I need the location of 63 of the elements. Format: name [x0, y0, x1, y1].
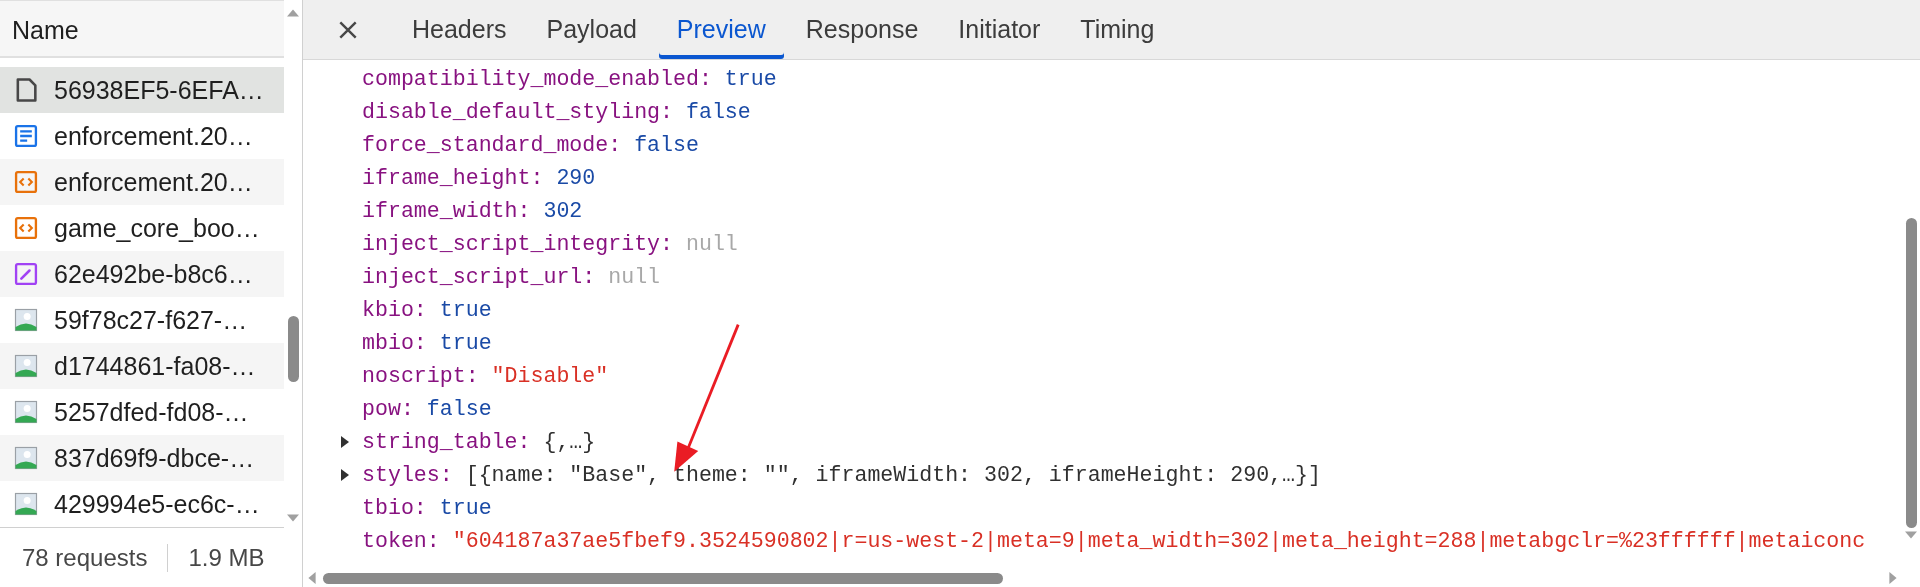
image-icon — [12, 490, 40, 518]
request-row[interactable]: enforcement.20… — [0, 159, 284, 205]
document-icon — [12, 122, 40, 150]
request-row[interactable]: game_core_boo… — [0, 205, 284, 251]
property-line: inject_script_integrity: null — [362, 231, 738, 256]
request-row[interactable]: 837d69f9-dbce-… — [0, 435, 284, 481]
scroll-thumb[interactable] — [323, 572, 1003, 584]
request-name: 429994e5-ec6c-… — [54, 489, 260, 519]
property-line: tbio: true — [362, 495, 492, 520]
request-name: enforcement.20… — [54, 121, 253, 151]
property-line: disable_default_styling: false — [362, 99, 751, 124]
image-icon — [12, 306, 40, 334]
request-name: 56938EF5-6EFA… — [54, 75, 264, 105]
property-line: noscript: "Disable" — [362, 363, 609, 388]
property-line: iframe_height: 290 — [362, 165, 596, 190]
image-icon — [12, 352, 40, 380]
tab[interactable]: Timing — [1062, 0, 1173, 59]
request-row[interactable]: 59f78c27-f627-… — [0, 297, 284, 343]
request-name: 62e492be-b8c6… — [54, 259, 253, 289]
expand-icon[interactable] — [340, 435, 350, 448]
property-line: compatibility_mode_enabled: true — [362, 66, 777, 91]
request-row[interactable]: 56938EF5-6EFA… — [0, 67, 284, 113]
property-line: inject_script_url: null — [362, 264, 661, 289]
scroll-down-icon[interactable] — [1905, 530, 1917, 540]
image-icon — [12, 444, 40, 472]
request-name: d1744861-fa08-… — [54, 351, 256, 381]
request-row[interactable]: 429994e5-ec6c-… — [0, 481, 284, 527]
request-name: game_core_boo… — [54, 213, 260, 243]
tab[interactable]: Payload — [528, 0, 655, 59]
scroll-right-icon[interactable] — [1888, 572, 1898, 584]
scroll-up-icon[interactable] — [287, 8, 299, 18]
request-count: 78 requests — [21, 543, 149, 572]
brush-icon — [12, 260, 40, 288]
tab[interactable]: Preview — [658, 0, 784, 59]
tab[interactable]: Initiator — [940, 0, 1059, 59]
scroll-thumb[interactable] — [287, 316, 299, 382]
request-name: enforcement.20… — [54, 167, 253, 197]
tab[interactable]: Response — [787, 0, 937, 59]
scroll-thumb[interactable] — [1905, 218, 1917, 528]
property-line: string_table: {,…} — [362, 429, 596, 454]
scroll-down-icon[interactable] — [287, 513, 299, 523]
scroll-left-icon[interactable] — [307, 572, 317, 584]
property-line: styles: [{name: "Base", theme: "", iframeWidth: 302, iframeHeight: 290,…}] — [362, 462, 1321, 487]
property-line: pow: false — [362, 396, 492, 421]
script-icon — [12, 168, 40, 196]
transfer-size: 1.9 MB — [167, 543, 265, 572]
property-line: iframe_width: 302 — [362, 198, 583, 223]
request-name: 837d69f9-dbce-… — [54, 443, 255, 473]
property-line: mbio: true — [362, 330, 492, 355]
expand-icon[interactable] — [340, 468, 350, 481]
column-header[interactable]: Name — [0, 0, 284, 58]
request-row[interactable]: 5257dfed-fd08-… — [0, 389, 284, 435]
request-name: 5257dfed-fd08-… — [54, 397, 249, 427]
request-row[interactable]: enforcement.20… — [0, 113, 284, 159]
request-row[interactable]: 62e492be-b8c6… — [0, 251, 284, 297]
script-icon — [12, 214, 40, 242]
tab[interactable]: Headers — [394, 0, 525, 59]
property-line: force_standard_mode: false — [362, 132, 699, 157]
request-row[interactable]: d1744861-fa08-… — [0, 343, 284, 389]
request-name: 59f78c27-f627-… — [54, 305, 248, 335]
property-line: kbio: true — [362, 297, 492, 322]
image-icon — [12, 398, 40, 426]
property-line: token: "604187a37ae5fbef9.3524590802|r=us-west-2|meta=9|meta_width=302|meta_height=288|metabgclr=%23ffffff|metaiconc — [362, 528, 1866, 553]
